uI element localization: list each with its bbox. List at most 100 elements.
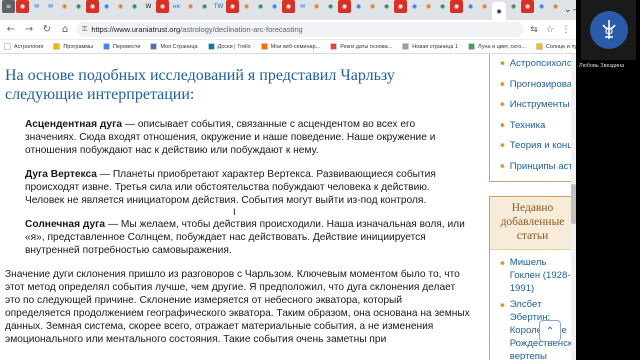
address-bar[interactable]: ⚿ https://www.uraniatrust.org/astrology/…: [76, 22, 524, 37]
body-paragraph: Значение дуги склонения пришло из разгов…: [5, 269, 470, 345]
category-label: Принципы астрологии: [509, 160, 576, 172]
browser-tab[interactable]: ◉: [492, 2, 506, 20]
browser-tab[interactable]: ◉: [310, 0, 323, 13]
browser-tab[interactable]: ◉: [408, 0, 421, 13]
browser-tab[interactable]: ✉: [44, 0, 57, 13]
browser-tab[interactable]: ✉: [296, 0, 309, 13]
interpretation-ascendant: Асцендентная дуга — описывает события, с…: [5, 118, 465, 157]
browser-tab[interactable]: ◉: [156, 0, 169, 13]
bookmark-label: Программы: [63, 43, 94, 50]
forward-button[interactable]: →: [22, 23, 36, 37]
back-button[interactable]: ←: [4, 23, 18, 37]
bookmark-favicon-icon: [330, 43, 338, 50]
bookmark-favicon-icon: [150, 43, 158, 50]
browser-tab[interactable]: ◉: [535, 0, 548, 13]
browser-tab[interactable]: ◉: [240, 0, 253, 13]
bookmark-favicon-icon: [468, 43, 476, 50]
bookmark-label: Доски | Trello: [217, 43, 251, 50]
browser-tab[interactable]: ◉: [478, 0, 491, 13]
menu-icon[interactable]: ⋮: [560, 24, 572, 36]
browser-tab[interactable]: ◉: [198, 0, 211, 13]
bookmark-item[interactable]: Солнце и луна сег...: [535, 43, 576, 50]
star-icon: ✷: [499, 79, 506, 89]
home-button[interactable]: ⌂: [58, 23, 72, 37]
bookmark-item[interactable]: Мои веб-семинар...: [260, 43, 321, 50]
browser-tab[interactable]: ◉: [507, 0, 520, 13]
translate-icon[interactable]: ⇆: [528, 24, 540, 36]
browser-tab[interactable]: ◉: [521, 0, 534, 13]
bookmark-favicon-icon: [53, 43, 61, 50]
recent-articles-title: Недавно добавленные статьи: [490, 197, 575, 250]
browser-tab[interactable]: ◉: [86, 0, 99, 13]
recent-article-label: Мишель Гоклен (1928-1991): [509, 257, 571, 294]
bookmark-label: Мои веб-семинар...: [270, 43, 321, 50]
bookmark-label: Перевести: [113, 43, 141, 50]
bookmark-label: Новая страница 1: [412, 43, 459, 50]
tab-search-button[interactable]: ⌄: [564, 5, 572, 15]
browser-tab[interactable]: ◉: [464, 0, 477, 13]
browser-tab[interactable]: ✉: [30, 0, 43, 13]
bookmark-favicon-icon: [103, 43, 111, 50]
bookmark-item[interactable]: Рекги даты основа...: [330, 43, 392, 50]
browser-tab[interactable]: ◉: [100, 0, 113, 13]
browser-tab[interactable]: ≡: [2, 0, 15, 13]
reload-button[interactable]: ↻: [40, 23, 54, 37]
browser-tab[interactable]: ◉: [58, 0, 71, 13]
category-link[interactable]: ✷ Техника: [499, 116, 575, 137]
browser-tab[interactable]: ◉: [72, 0, 85, 13]
browser-tab[interactable]: ◉: [352, 0, 365, 13]
scroll-to-top-button[interactable]: ⌃: [539, 320, 561, 342]
recent-article-link[interactable]: ✷Элсбет Эбертин: Королевские Рождественс…: [499, 298, 576, 360]
browser-tab[interactable]: ◉: [184, 0, 197, 13]
browser-tab[interactable]: ◉: [549, 0, 562, 13]
browser-tab[interactable]: W: [142, 0, 155, 13]
browser-tab[interactable]: TW: [212, 0, 225, 13]
bookmark-item[interactable]: Астрология: [4, 43, 43, 50]
bookmark-item[interactable]: Луна и цвет, сего...: [468, 43, 526, 50]
bookmark-star-icon[interactable]: ☆: [544, 24, 556, 36]
category-link[interactable]: ✷Прогнозирование: [499, 75, 576, 96]
browser-tab[interactable]: ◉: [226, 0, 239, 13]
browser-tab[interactable]: нк: [170, 0, 183, 13]
category-list: ✷Астропсихология✷Прогнозирование✷Инструм…: [489, 54, 576, 182]
interpretation-vertex: Дуга Вертекса — Планеты приобретают хара…: [5, 168, 465, 207]
browser-tab[interactable]: ◉: [282, 0, 295, 13]
page-content: На основе подобных исследований я предст…: [0, 54, 576, 360]
bookmark-favicon-icon: [535, 43, 543, 50]
bookmark-item[interactable]: Перевести: [103, 43, 140, 50]
star-icon: ✷: [499, 100, 506, 109]
category-link[interactable]: ✷Астропсихология: [499, 54, 576, 75]
site-info-icon[interactable]: ⚿: [82, 26, 87, 34]
category-label: Прогнозирование: [509, 78, 576, 90]
star-icon: ✷: [499, 301, 506, 310]
browser-tab[interactable]: ◉: [450, 0, 463, 13]
bookmark-item[interactable]: Новая страница 1: [402, 43, 458, 50]
browser-tab[interactable]: ◉: [268, 0, 281, 13]
browser-tab[interactable]: ◉: [114, 0, 127, 13]
browser-tab[interactable]: ◉: [380, 0, 393, 13]
bookmark-item[interactable]: Доски | Trello: [207, 43, 251, 50]
bookmark-favicon-icon: [260, 43, 268, 50]
browser-tab[interactable]: ◉: [128, 0, 141, 13]
browser-tab[interactable]: ◉: [394, 0, 407, 13]
browser-tab[interactable]: ◉: [254, 0, 267, 13]
browser-tab[interactable]: ◉: [338, 0, 351, 13]
category-link[interactable]: ✷Принципы астрологии: [499, 157, 576, 178]
browser-tab[interactable]: ◉: [436, 0, 449, 13]
category-link[interactable]: ✷ Инструменты: [499, 95, 575, 116]
bookmark-label: Астрология: [14, 43, 44, 50]
category-link[interactable]: ✷Теория и концепция: [499, 136, 576, 157]
browser-tab[interactable]: ◉: [324, 0, 337, 13]
browser-tab[interactable]: ◉: [422, 0, 435, 13]
category-label: Техника: [509, 119, 546, 131]
bookmark-item[interactable]: Моя Страница: [150, 43, 198, 50]
star-icon: ✷: [499, 161, 506, 171]
term: Дуга Вертекса: [25, 169, 97, 180]
bookmark-favicon-icon: [207, 43, 215, 50]
recent-article-link[interactable]: ✷ Мишель Гоклен (1928-1991): [499, 256, 575, 295]
browser-tab[interactable]: ◉: [366, 0, 379, 13]
bookmarks-bar: Астрология Программы Перевести Моя Страница…: [0, 40, 576, 54]
browser-tab[interactable]: ◉: [16, 0, 29, 13]
bookmark-item[interactable]: Программы: [53, 43, 93, 50]
browser-toolbar: ← → ↻ ⌂ ⚿ https://www.uraniatrust.org/as…: [0, 20, 576, 40]
